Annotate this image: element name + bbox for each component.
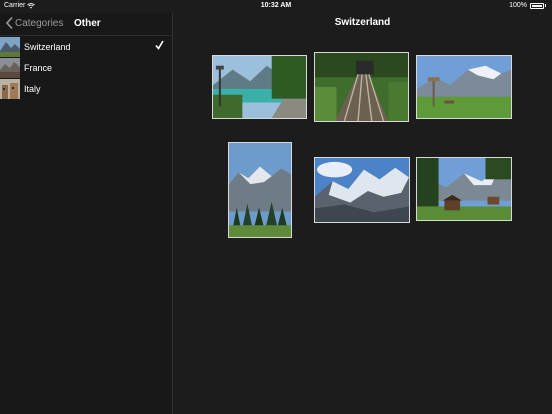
page-title: Switzerland [334, 17, 391, 28]
photo-browser: Switzerland [173, 13, 552, 414]
back-button[interactable]: Categories [4, 16, 63, 30]
photo-mountain-railway[interactable] [314, 52, 409, 122]
sidebar-item-switzerland[interactable]: Switzerland [0, 36, 172, 57]
status-bar: Carrier 10:32 AM 100% [0, 0, 552, 13]
back-label: Categories [15, 17, 64, 29]
status-time: 10:32 AM [260, 2, 292, 9]
photo-glacier-mountain[interactable] [314, 157, 410, 223]
chevron-left-icon [5, 16, 13, 30]
sidebar-item-label: France [24, 62, 53, 73]
photo-alpine-meadow[interactable] [416, 55, 512, 119]
sidebar-item-france[interactable]: France [0, 57, 172, 78]
sidebar-item-label: Italy [24, 83, 41, 94]
sidebar-title: Other [74, 18, 101, 29]
category-list: Switzerland France Italy [0, 36, 172, 99]
checkmark-icon [155, 40, 164, 50]
battery-indicator: 100% [509, 2, 546, 9]
battery-percent: 100% [509, 2, 527, 9]
switzerland-thumbnail [0, 36, 20, 57]
battery-icon [530, 2, 544, 9]
photo-lake-promenade[interactable] [212, 55, 307, 119]
sidebar: Categories Other Switzerland France Ital… [0, 13, 173, 414]
italy-thumbnail [0, 78, 20, 99]
sidebar-nav-bar: Categories Other [0, 13, 172, 36]
battery-cap [545, 4, 546, 7]
sidebar-item-label: Switzerland [24, 41, 71, 52]
france-thumbnail [0, 57, 20, 78]
photo-forest-peaks[interactable] [228, 142, 292, 238]
photo-chalet-valley[interactable] [416, 157, 512, 221]
sidebar-item-italy[interactable]: Italy [0, 78, 172, 99]
